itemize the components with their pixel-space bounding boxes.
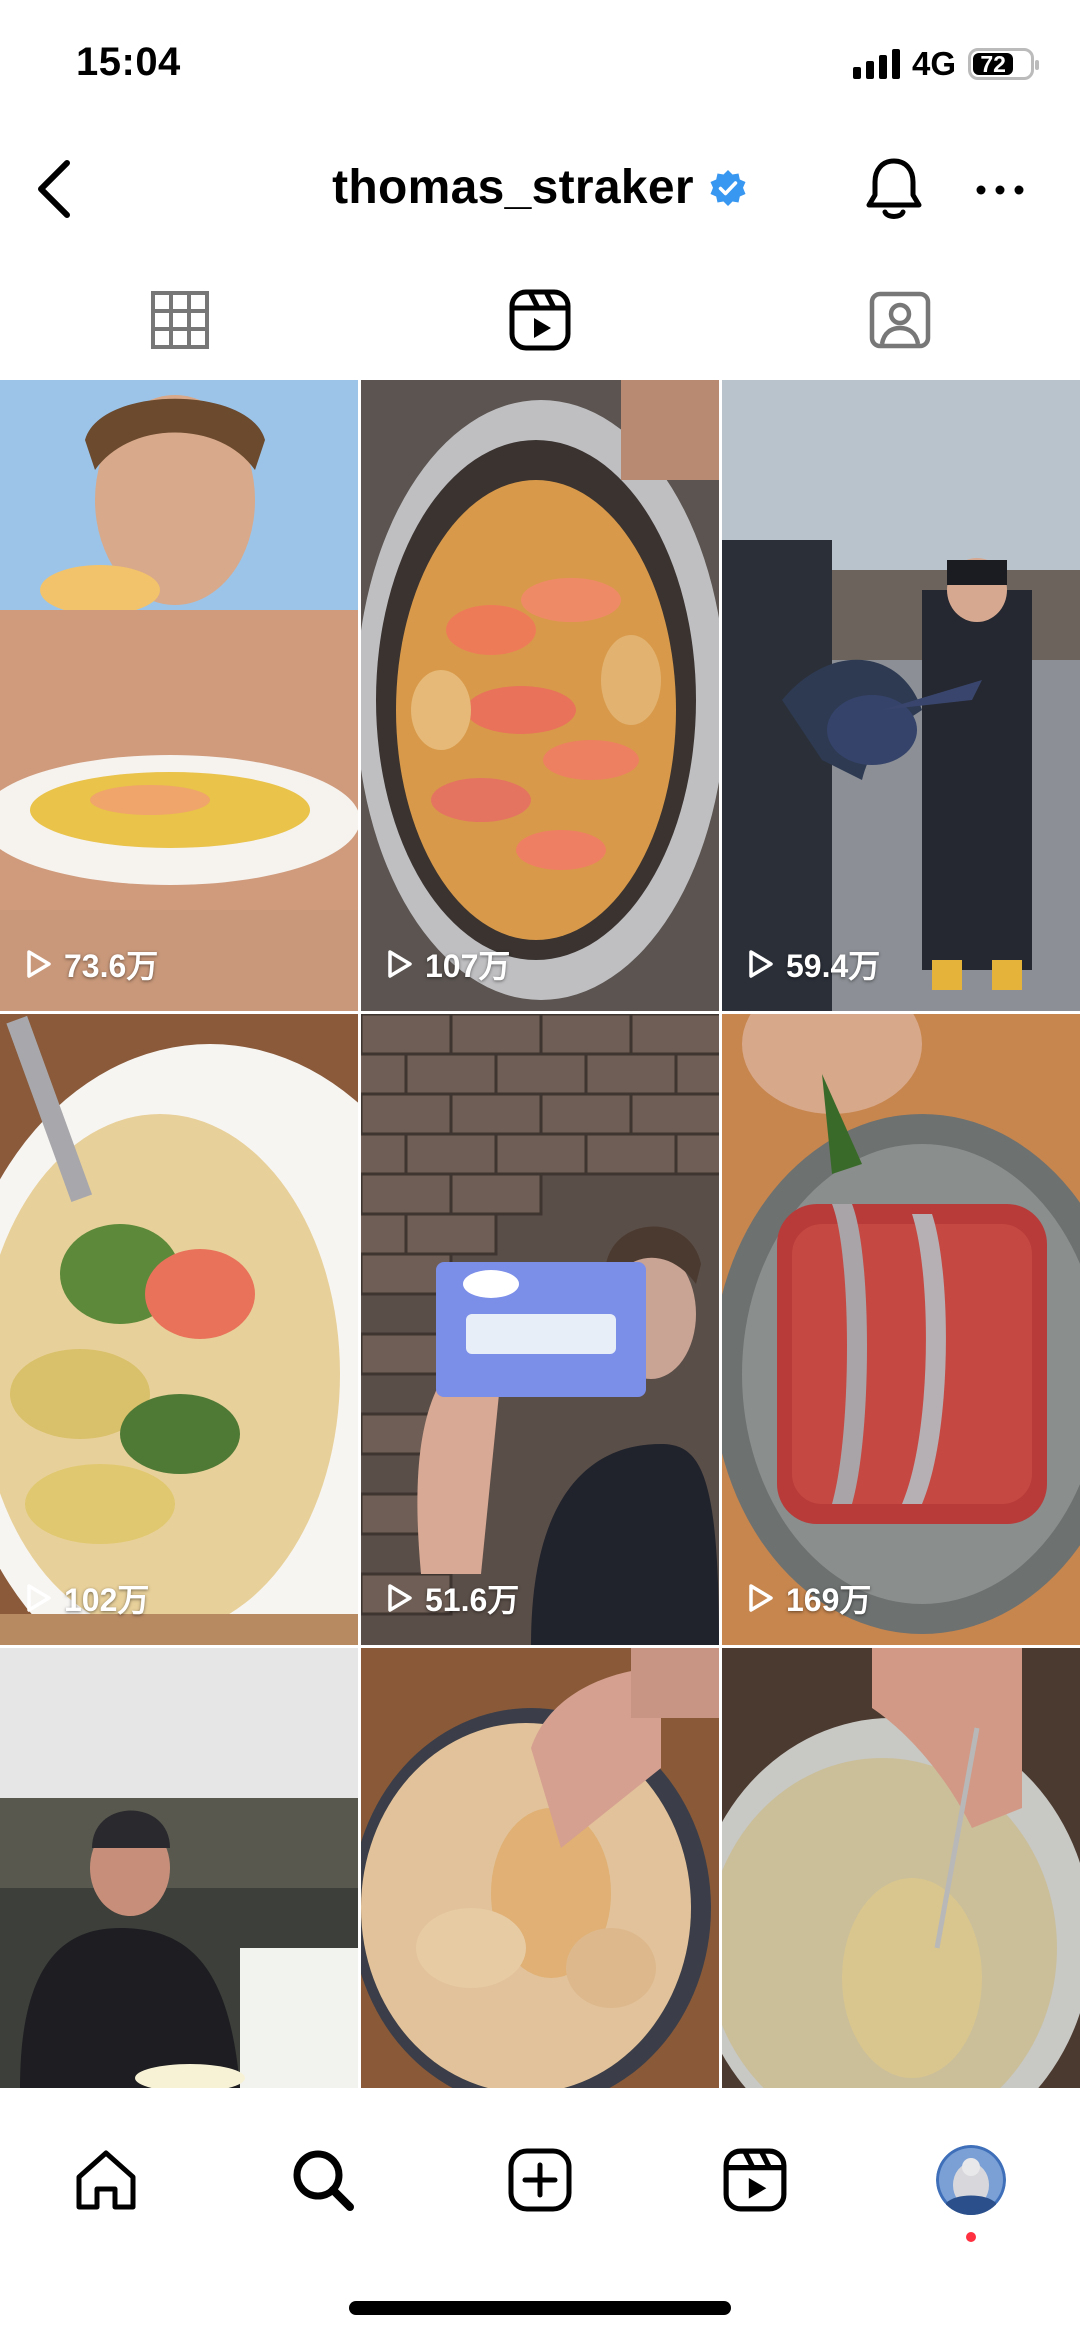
tagged-icon [869, 291, 931, 349]
tab-posts[interactable] [0, 262, 360, 378]
nav-create[interactable] [500, 2140, 580, 2220]
signal-icon [852, 49, 900, 79]
reels-grid: 73.6万 107万 59.4万 102万 51.6万 169万 [0, 380, 1080, 2088]
notifications-button[interactable] [858, 150, 930, 230]
view-count: 73.6万 [26, 941, 158, 987]
reel-tile[interactable]: 51.6万 [361, 1014, 719, 1645]
profile-header: thomas_straker [0, 130, 1080, 250]
play-icon [749, 950, 773, 978]
nav-profile[interactable] [931, 2140, 1011, 2220]
status-indicators: 4G 72 [852, 44, 1039, 84]
reel-tile[interactable] [722, 1648, 1080, 2088]
grid-icon [151, 291, 209, 349]
battery-level: 72 [973, 51, 1014, 77]
home-icon [76, 2150, 136, 2210]
reel-tile[interactable]: 102万 [0, 1014, 358, 1645]
tab-tagged[interactable] [720, 262, 1080, 378]
play-icon [388, 1584, 412, 1612]
profile-tabs [0, 262, 1080, 378]
battery-icon: 72 [968, 48, 1039, 80]
reel-thumbnail [361, 1014, 719, 1645]
home-indicator [349, 2301, 731, 2315]
more-icon [976, 185, 1024, 195]
view-count: 51.6万 [387, 1575, 519, 1621]
more-options-button[interactable] [962, 160, 1038, 220]
reel-thumbnail [361, 1648, 719, 2088]
status-bar: 15:04 4G 72 [0, 0, 1080, 130]
reel-thumbnail [0, 1648, 358, 2088]
nav-home[interactable] [66, 2140, 146, 2220]
reel-thumbnail [722, 1648, 1080, 2088]
reel-thumbnail [361, 380, 719, 1011]
view-count: 169万 [748, 1575, 871, 1621]
reels-icon [509, 289, 571, 351]
reel-thumbnail [722, 380, 1080, 1011]
notification-dot [966, 2232, 976, 2242]
profile-avatar [936, 2145, 1006, 2215]
nav-search[interactable] [283, 2140, 363, 2220]
reel-tile[interactable]: 169万 [722, 1014, 1080, 1645]
reel-tile[interactable] [0, 1648, 358, 2088]
verified-badge-icon [708, 168, 748, 208]
network-label: 4G [911, 45, 956, 82]
bell-icon [866, 158, 922, 219]
view-count: 59.4万 [748, 941, 880, 987]
play-icon [27, 950, 51, 978]
reel-thumbnail [0, 380, 358, 1011]
reel-tile[interactable] [361, 1648, 719, 2088]
create-icon [508, 2148, 572, 2212]
view-count: 102万 [26, 1575, 149, 1621]
play-icon [388, 950, 412, 978]
search-icon [293, 2150, 354, 2211]
reels-icon [723, 2148, 787, 2212]
reel-thumbnail [0, 1014, 358, 1645]
reel-tile[interactable]: 73.6万 [0, 380, 358, 1011]
username: thomas_straker [332, 161, 694, 214]
reel-thumbnail [722, 1014, 1080, 1645]
status-time: 15:04 [76, 40, 181, 84]
nav-reels[interactable] [715, 2140, 795, 2220]
reel-tile[interactable]: 107万 [361, 380, 719, 1011]
play-icon [27, 1584, 51, 1612]
reel-tile[interactable]: 59.4万 [722, 380, 1080, 1011]
play-icon [749, 1584, 773, 1612]
tab-reels[interactable] [360, 262, 720, 378]
view-count: 107万 [387, 941, 510, 987]
